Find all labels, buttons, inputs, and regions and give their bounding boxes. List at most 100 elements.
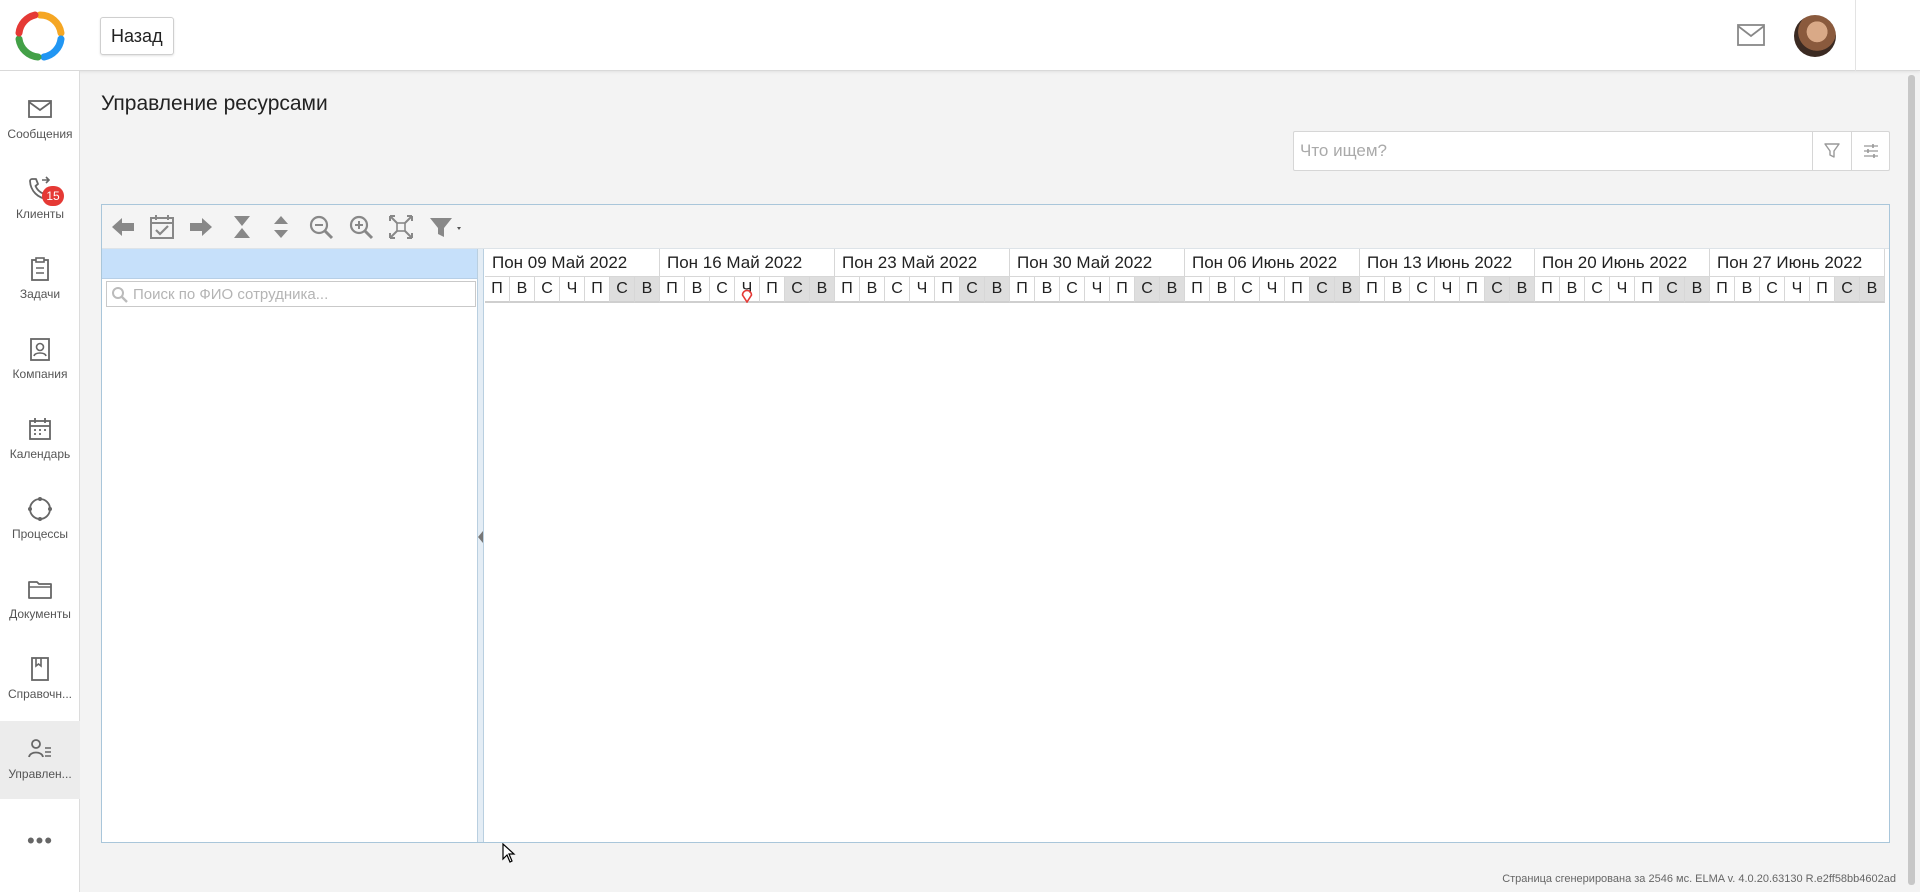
sidebar-item-messages[interactable]: Сообщения xyxy=(0,81,80,159)
funnel-icon xyxy=(1824,143,1840,158)
week-label: Пон 30 Май 2022 xyxy=(1010,249,1185,277)
day-cell: П xyxy=(1285,277,1310,303)
calendar-check-icon xyxy=(150,215,174,239)
gantt-filter-dropdown[interactable] xyxy=(427,213,467,241)
day-cell: П xyxy=(1010,277,1035,303)
day-cell: В xyxy=(810,277,835,303)
sidebar-item-documents[interactable]: Документы xyxy=(0,561,80,639)
arrow-right-icon xyxy=(190,218,212,236)
day-cell: В xyxy=(1735,277,1760,303)
collapse-icon xyxy=(234,216,250,238)
sidebar-item-resource-management[interactable]: Управлен... xyxy=(0,721,80,799)
company-icon xyxy=(30,338,50,361)
top-header: Назад xyxy=(0,0,1920,71)
day-cell: П xyxy=(1185,277,1210,303)
sidebar-item-clients[interactable]: Клиенты xyxy=(0,161,80,239)
day-cell: С xyxy=(785,277,810,303)
sidebar-item-processes[interactable]: Процессы xyxy=(0,481,80,559)
day-cell: П xyxy=(1810,277,1835,303)
day-cell: С xyxy=(1585,277,1610,303)
employee-pane-header xyxy=(102,249,477,279)
day-cell: В xyxy=(635,277,660,303)
clipboard-icon xyxy=(31,257,49,281)
day-cell: С xyxy=(1485,277,1510,303)
tasks-count-badge: 15 xyxy=(42,186,64,206)
collapse-arrow-icon[interactable] xyxy=(478,531,483,543)
day-cell: С xyxy=(1060,277,1085,303)
week-label: Пон 13 Июнь 2022 xyxy=(1360,249,1535,277)
calendar-icon xyxy=(29,418,51,440)
back-button[interactable]: Назад xyxy=(100,17,174,55)
expand-icon xyxy=(274,216,288,238)
more-menu-button[interactable]: ••• xyxy=(0,828,80,854)
sidebar: Сообщения Клиенты Задачи Компания Календ… xyxy=(0,71,80,892)
zoom-in-button[interactable] xyxy=(346,213,376,241)
sidebar-item-label: Процессы xyxy=(11,527,68,541)
resource-gantt-panel: Пон 09 Май 2022Пон 16 Май 2022Пон 23 Май… xyxy=(101,204,1890,843)
day-cell: П xyxy=(1360,277,1385,303)
employee-search-input[interactable] xyxy=(133,282,473,306)
today-button[interactable] xyxy=(147,213,177,241)
next-period-button[interactable] xyxy=(186,213,216,241)
sidebar-item-calendar[interactable]: Календарь xyxy=(0,401,80,479)
page-scrollbar[interactable] xyxy=(1908,75,1915,885)
day-cell: Ч xyxy=(1085,277,1110,303)
page-footer: Страница сгенерирована за 2546 мс. ELMA … xyxy=(1502,873,1896,885)
book-icon xyxy=(31,657,49,681)
resources-icon xyxy=(28,739,51,758)
day-cell: Ч xyxy=(1785,277,1810,303)
sidebar-item-label: Задачи xyxy=(19,287,61,301)
collapse-all-button[interactable] xyxy=(227,213,257,241)
zoom-out-button[interactable] xyxy=(306,213,336,241)
day-cell: В xyxy=(685,277,710,303)
sidebar-item-directories[interactable]: Справочн... xyxy=(0,641,80,719)
day-cell: С xyxy=(1760,277,1785,303)
timeline-area: Пон 09 Май 2022 Пон 16 Май 2022 Пон 23 Май… xyxy=(485,249,1889,842)
search-input[interactable] xyxy=(1294,132,1812,170)
day-cell: В xyxy=(1860,277,1885,303)
pane-splitter[interactable] xyxy=(478,249,484,842)
user-avatar[interactable] xyxy=(1794,15,1836,57)
expand-all-button[interactable] xyxy=(266,213,296,241)
today-marker-icon xyxy=(741,289,753,303)
folder-icon xyxy=(28,581,52,599)
day-cell: С xyxy=(1310,277,1335,303)
elma-logo-icon[interactable] xyxy=(14,11,66,61)
day-cell: П xyxy=(1535,277,1560,303)
sidebar-item-label: Календарь xyxy=(9,447,71,461)
day-cell: С xyxy=(1235,277,1260,303)
day-cell: С xyxy=(1410,277,1435,303)
search-bar xyxy=(1293,131,1890,171)
week-label: Пон 09 Май 2022 xyxy=(485,249,660,277)
day-cell: П xyxy=(585,277,610,303)
sidebar-item-tasks[interactable]: Задачи xyxy=(0,241,80,319)
employee-search xyxy=(106,281,476,307)
search-icon xyxy=(112,287,128,303)
day-cell: П xyxy=(760,277,785,303)
day-cell: В xyxy=(1160,277,1185,303)
search-settings-button[interactable] xyxy=(1851,132,1890,170)
page-title: Управление ресурсами xyxy=(101,92,328,115)
prev-period-button[interactable] xyxy=(108,213,138,241)
mouse-cursor-icon xyxy=(502,843,516,863)
day-cell: С xyxy=(960,277,985,303)
week-label: Пон 27 Июнь 2022 xyxy=(1710,249,1885,277)
process-icon xyxy=(28,497,52,521)
sidebar-item-label: Сообщения xyxy=(7,127,73,141)
funnel-dropdown-icon xyxy=(430,218,461,237)
zoom-in-icon xyxy=(349,215,374,240)
mail-icon[interactable] xyxy=(1737,24,1765,46)
day-cell: В xyxy=(510,277,535,303)
filter-button[interactable] xyxy=(1812,132,1851,170)
sidebar-item-company[interactable]: Компания xyxy=(0,321,80,399)
zoom-out-icon xyxy=(309,215,334,240)
fit-to-screen-button[interactable] xyxy=(386,213,416,241)
header-divider xyxy=(1855,0,1856,71)
day-cell: Ч xyxy=(560,277,585,303)
day-cell: Ч xyxy=(1260,277,1285,303)
day-cell: В xyxy=(985,277,1010,303)
day-cell: П xyxy=(1635,277,1660,303)
day-cell: В xyxy=(1560,277,1585,303)
gantt-toolbar xyxy=(102,205,1889,249)
day-cell: С xyxy=(885,277,910,303)
